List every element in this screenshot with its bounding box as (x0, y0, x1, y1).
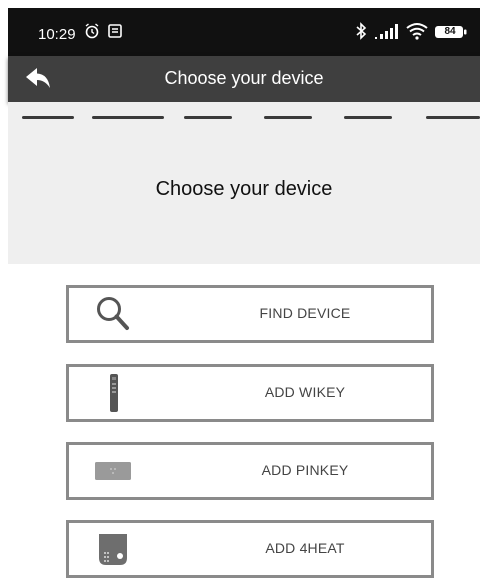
add-wikey-label: ADD WIKEY (264, 384, 346, 400)
progress-step (344, 116, 392, 119)
pinkey-device-icon (95, 462, 131, 480)
heater-device-icon (99, 534, 127, 565)
progress-step (426, 116, 480, 119)
add-pinkey-label: ADD PINKEY (261, 462, 349, 478)
status-bar: 10:29 84 (8, 8, 480, 56)
add-wikey-button[interactable]: ADD WIKEY (66, 364, 434, 422)
progress-step (22, 116, 74, 119)
remote-icon (110, 374, 118, 412)
app-bar: Choose your device (8, 56, 480, 102)
find-device-button[interactable]: FIND DEVICE (66, 285, 434, 343)
progress-step (92, 116, 164, 119)
message-icon (108, 24, 122, 38)
find-device-label: FIND DEVICE (259, 305, 351, 321)
search-icon (97, 297, 129, 330)
progress-step (264, 116, 312, 119)
add-4heat-button[interactable]: ADD 4HEAT (66, 520, 434, 578)
page-title: Choose your device (155, 178, 333, 200)
progress-step (184, 116, 232, 119)
add-pinkey-button[interactable]: ADD PINKEY (66, 442, 434, 500)
battery-icon: 84 (434, 25, 468, 39)
signal-icon (375, 24, 398, 39)
status-time: 10:29 (38, 26, 76, 43)
app-bar-title: Choose your device (164, 68, 324, 88)
battery-level: 84 (444, 26, 456, 37)
add-4heat-label: ADD 4HEAT (265, 540, 345, 556)
header-panel: Choose your device (8, 102, 480, 264)
alarm-icon (85, 23, 99, 39)
bluetooth-icon (356, 22, 367, 40)
wifi-icon (406, 23, 428, 40)
